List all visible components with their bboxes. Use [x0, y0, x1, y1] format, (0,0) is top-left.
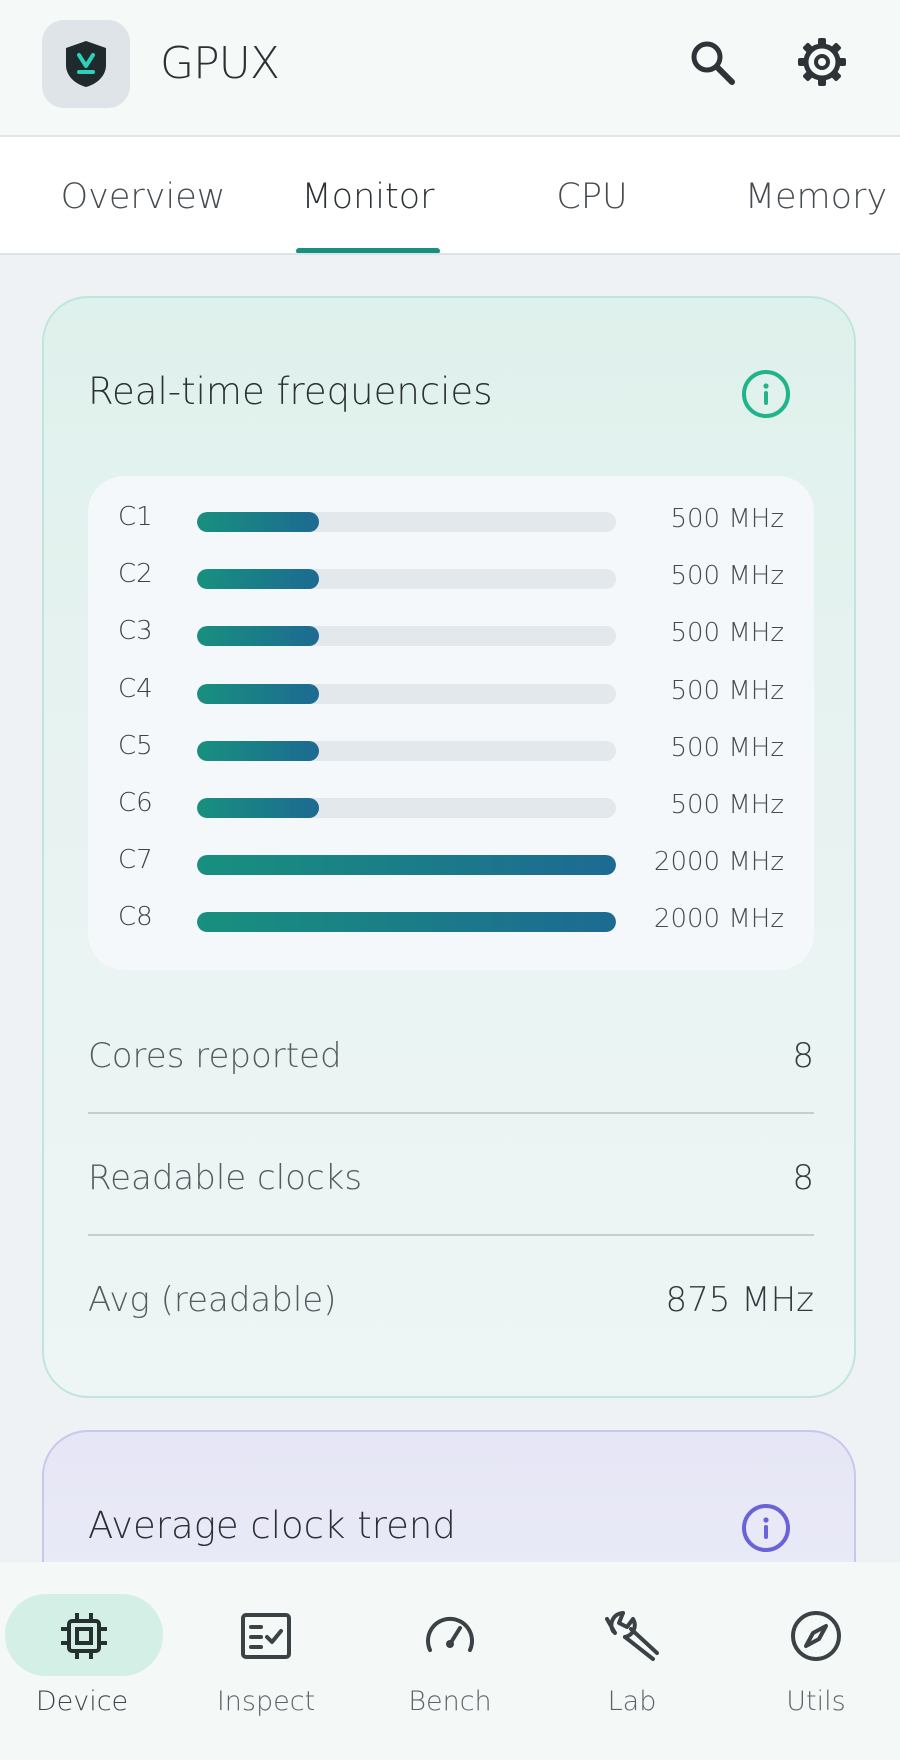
frequency-bar-fill: [197, 512, 319, 532]
frequency-bar-track: [197, 798, 616, 818]
nav-label: Bench: [408, 1686, 492, 1717]
tab-cpu[interactable]: CPU: [492, 177, 692, 217]
core-frequency-row: C8 2000 MHz: [88, 900, 814, 940]
divider: [88, 1112, 814, 1114]
gear-icon: [798, 38, 846, 86]
nav-label: Device: [35, 1686, 129, 1717]
nav-label: Lab: [607, 1686, 657, 1717]
chip-icon: [54, 1606, 114, 1666]
frequency-bar-track: [197, 626, 616, 647]
frequency-bar-track: [197, 569, 616, 590]
info-icon: [763, 1517, 769, 1539]
nav-item-inspect[interactable]: Inspect: [176, 1562, 356, 1760]
core-label: C2: [118, 559, 153, 590]
core-frequency-row: C1 500 MHz: [88, 500, 814, 540]
app-logo: [42, 20, 130, 108]
nav-label: Inspect: [216, 1686, 316, 1717]
frequency-value: 2000 MHz: [653, 847, 784, 878]
stat-value: 8: [792, 1158, 814, 1198]
frequency-bar-track: [197, 855, 616, 876]
active-tab-indicator: [296, 248, 440, 253]
info-button[interactable]: [742, 370, 790, 418]
bottom-navigation: Device Inspect Bench Lab Utils: [0, 1562, 900, 1760]
stat-label: Cores reported: [88, 1036, 342, 1076]
core-label: C1: [118, 502, 153, 532]
tab-monitor[interactable]: Monitor: [268, 177, 468, 217]
frequency-bar-fill: [197, 855, 616, 876]
nav-item-lab[interactable]: Lab: [542, 1562, 722, 1760]
app-header: GPUX: [0, 0, 900, 137]
core-label: C3: [118, 616, 153, 647]
frequency-value: 500 MHz: [670, 618, 784, 649]
gauge-icon: [420, 1606, 480, 1666]
frequency-bars-panel: C1 500 MHz C2 500 MHz C3 500 MHz C4 500 MHz C5 50…: [88, 476, 814, 970]
shield-download-icon: [66, 41, 106, 87]
stat-row-avg-readable: Avg (readable) 875 MHz: [88, 1272, 814, 1332]
card-title: Average clock trend: [88, 1504, 456, 1547]
frequency-value: 500 MHz: [670, 561, 784, 592]
frequency-bar-fill: [197, 626, 319, 647]
tab-memory[interactable]: Memory: [716, 177, 900, 217]
core-frequency-row: C5 500 MHz: [88, 729, 814, 769]
stat-value: 875 MHz: [665, 1280, 814, 1320]
frequency-bar-fill: [197, 740, 319, 761]
frequency-bar-track: [197, 683, 616, 704]
tab-overview[interactable]: Overview: [43, 177, 243, 217]
frequency-bar-fill: [197, 798, 319, 818]
core-frequency-row: C4 500 MHz: [88, 672, 814, 712]
frequency-value: 500 MHz: [670, 675, 784, 706]
info-icon: [763, 383, 769, 405]
frequency-bar-fill: [197, 912, 616, 933]
core-frequency-row: C6 500 MHz: [88, 786, 814, 826]
stat-row-readable-clocks: Readable clocks 8: [88, 1150, 814, 1210]
stat-value: 8: [792, 1036, 814, 1076]
search-button[interactable]: [682, 32, 742, 92]
core-frequency-row: C7 2000 MHz: [88, 843, 814, 883]
frequency-bar-track: [197, 912, 616, 933]
core-frequency-row: C3 500 MHz: [88, 614, 814, 654]
nav-label: Utils: [786, 1686, 846, 1717]
frequency-value: 500 MHz: [670, 732, 784, 763]
frequency-bar-track: [197, 740, 616, 761]
checklist-icon: [236, 1606, 296, 1666]
app-title: GPUX: [160, 38, 280, 89]
settings-button[interactable]: [792, 32, 852, 92]
frequency-value: 2000 MHz: [653, 904, 784, 935]
frequency-value: 500 MHz: [670, 504, 784, 534]
core-frequency-row: C2 500 MHz: [88, 557, 814, 597]
compass-icon: [786, 1606, 846, 1666]
core-label: C6: [118, 788, 153, 818]
core-label: C5: [118, 730, 153, 761]
core-label: C4: [118, 673, 153, 704]
nav-item-device[interactable]: Device: [0, 1562, 180, 1760]
core-label: C8: [118, 902, 153, 933]
stat-row-cores-reported: Cores reported 8: [88, 1028, 814, 1088]
stat-label: Readable clocks: [88, 1158, 363, 1198]
frequency-bar-fill: [197, 683, 319, 704]
card-title: Real-time frequencies: [88, 370, 493, 413]
divider: [88, 1234, 814, 1236]
frequency-value: 500 MHz: [670, 790, 784, 820]
stat-label: Avg (readable): [88, 1280, 337, 1320]
wrench-icon: [602, 1606, 662, 1666]
search-icon: [691, 41, 735, 85]
nav-item-utils[interactable]: Utils: [726, 1562, 900, 1760]
frequency-bar-fill: [197, 569, 319, 590]
nav-item-bench[interactable]: Bench: [360, 1562, 540, 1760]
frequency-bar-track: [197, 512, 616, 532]
core-label: C7: [118, 845, 153, 876]
tab-bar: Overview Monitor CPU Memory: [0, 137, 900, 255]
info-button[interactable]: [742, 1504, 790, 1552]
realtime-frequencies-card: Real-time frequencies C1 500 MHz C2 500 MHz…: [42, 296, 856, 1398]
